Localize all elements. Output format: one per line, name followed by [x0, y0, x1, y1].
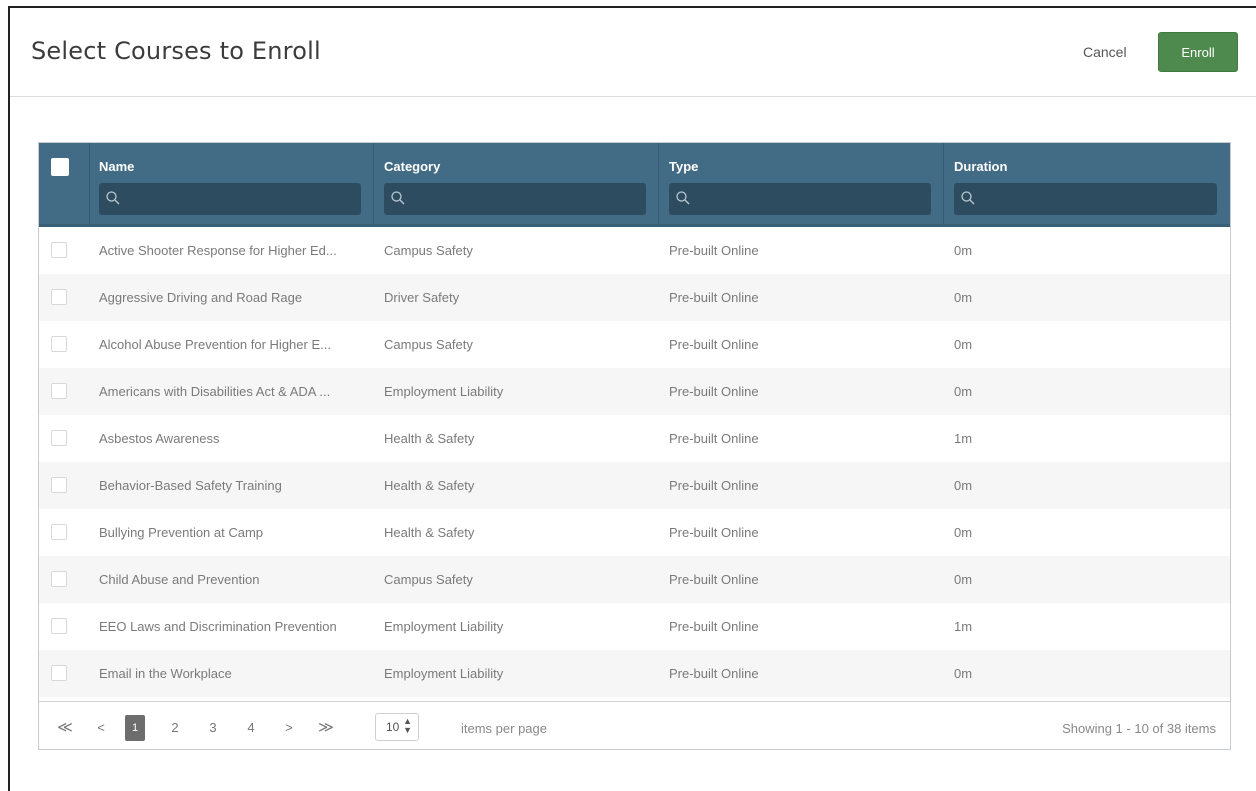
- pagination-summary: Showing 1 - 10 of 38 items: [1062, 721, 1216, 736]
- course-name: Alcohol Abuse Prevention for Higher E...: [99, 337, 331, 352]
- page-title: Select Courses to Enroll: [31, 37, 321, 65]
- course-category: Driver Safety: [384, 290, 460, 305]
- page-4-button[interactable]: 4: [243, 715, 259, 741]
- table-row[interactable]: Child Abuse and Prevention Campus Safety…: [39, 556, 1230, 603]
- course-category: Employment Liability: [384, 384, 504, 399]
- enroll-button[interactable]: Enroll: [1158, 32, 1238, 72]
- course-name: Email in the Workplace: [99, 666, 232, 681]
- course-duration: 0m: [954, 478, 973, 493]
- course-category: Campus Safety: [384, 572, 473, 587]
- table-row[interactable]: EEO Laws and Discrimination Prevention E…: [39, 603, 1230, 650]
- search-icon: [676, 191, 690, 205]
- enroll-dialog: Select Courses to Enroll Cancel Enroll N…: [8, 6, 1256, 791]
- course-category: Employment Liability: [384, 666, 504, 681]
- category-filter-input[interactable]: [384, 183, 646, 215]
- search-icon: [106, 191, 120, 205]
- course-name: Behavior-Based Safety Training: [99, 478, 282, 493]
- course-duration: 0m: [954, 243, 973, 258]
- course-type: Pre-built Online: [669, 384, 759, 399]
- course-duration: 0m: [954, 666, 973, 681]
- course-type: Pre-built Online: [669, 478, 759, 493]
- course-name: EEO Laws and Discrimination Prevention: [99, 619, 337, 634]
- name-filter-input[interactable]: [99, 183, 361, 215]
- search-icon: [961, 191, 975, 205]
- row-checkbox[interactable]: [51, 618, 67, 634]
- next-page-button[interactable]: >: [281, 715, 297, 741]
- row-checkbox[interactable]: [51, 289, 67, 305]
- course-duration: 0m: [954, 384, 973, 399]
- course-type: Pre-built Online: [669, 525, 759, 540]
- duration-filter-input[interactable]: [954, 183, 1217, 215]
- table-row[interactable]: Bullying Prevention at Camp Health & Saf…: [39, 509, 1230, 556]
- course-type: Pre-built Online: [669, 431, 759, 446]
- column-header-duration[interactable]: Duration: [954, 159, 1007, 174]
- column-name: Name: [89, 143, 374, 224]
- column-category: Category: [374, 143, 659, 224]
- last-page-button[interactable]: ≫: [315, 715, 337, 741]
- column-header-category[interactable]: Category: [384, 159, 440, 174]
- courses-grid: Name Category Type Duration Active Shoot…: [38, 142, 1231, 750]
- course-name: Aggressive Driving and Road Rage: [99, 290, 303, 305]
- course-type: Pre-built Online: [669, 619, 759, 634]
- row-checkbox[interactable]: [51, 477, 67, 493]
- select-all-checkbox[interactable]: [51, 158, 69, 176]
- column-header-name[interactable]: Name: [99, 159, 134, 174]
- updown-arrows-icon: ▲ ▼: [403, 716, 412, 735]
- course-category: Health & Safety: [384, 525, 475, 540]
- table-row[interactable]: Active Shooter Response for Higher Ed...…: [39, 227, 1230, 274]
- column-type: Type: [659, 143, 944, 224]
- course-name: Asbestos Awareness: [99, 431, 220, 446]
- first-page-button[interactable]: ≪: [55, 715, 75, 741]
- column-header-type[interactable]: Type: [669, 159, 698, 174]
- pagination: ≪ < 1 2 3 4 > ≫ 10 ▲ ▼ items per page Sho…: [39, 701, 1230, 752]
- course-name: Child Abuse and Prevention: [99, 572, 260, 587]
- course-duration: 0m: [954, 290, 973, 305]
- course-duration: 1m: [954, 431, 973, 446]
- prev-page-button[interactable]: <: [93, 715, 109, 741]
- course-category: Employment Liability: [384, 619, 504, 634]
- course-duration: 0m: [954, 525, 973, 540]
- page-size-value: 10: [386, 720, 400, 734]
- page-3-button[interactable]: 3: [205, 715, 221, 741]
- table-row[interactable]: Alcohol Abuse Prevention for Higher E...…: [39, 321, 1230, 368]
- row-checkbox[interactable]: [51, 242, 67, 258]
- row-checkbox[interactable]: [51, 430, 67, 446]
- select-all-cell: [39, 143, 90, 224]
- column-duration: Duration: [944, 143, 1230, 224]
- table-row[interactable]: Americans with Disabilities Act & ADA ..…: [39, 368, 1230, 415]
- course-name: Americans with Disabilities Act & ADA ..…: [99, 384, 331, 399]
- course-name: Active Shooter Response for Higher Ed...: [99, 243, 337, 258]
- course-name: Bullying Prevention at Camp: [99, 525, 264, 540]
- table-row[interactable]: Behavior-Based Safety Training Health & …: [39, 462, 1230, 509]
- row-checkbox[interactable]: [51, 383, 67, 399]
- type-filter-input[interactable]: [669, 183, 931, 215]
- page-size-label: items per page: [461, 721, 547, 736]
- row-checkbox[interactable]: [51, 524, 67, 540]
- course-duration: 1m: [954, 619, 973, 634]
- page-1-button[interactable]: 1: [125, 715, 145, 741]
- grid-header: Name Category Type Duration: [39, 143, 1230, 227]
- row-checkbox[interactable]: [51, 571, 67, 587]
- page-2-button[interactable]: 2: [167, 715, 183, 741]
- search-icon: [391, 191, 405, 205]
- course-duration: 0m: [954, 337, 973, 352]
- table-row[interactable]: Email in the Workplace Employment Liabil…: [39, 650, 1230, 697]
- cancel-button[interactable]: Cancel: [1083, 44, 1127, 60]
- table-row[interactable]: Aggressive Driving and Road Rage Driver …: [39, 274, 1230, 321]
- course-duration: 0m: [954, 572, 973, 587]
- course-category: Health & Safety: [384, 431, 475, 446]
- course-type: Pre-built Online: [669, 290, 759, 305]
- course-category: Health & Safety: [384, 478, 475, 493]
- course-type: Pre-built Online: [669, 666, 759, 681]
- course-type: Pre-built Online: [669, 243, 759, 258]
- row-checkbox[interactable]: [51, 336, 67, 352]
- course-type: Pre-built Online: [669, 337, 759, 352]
- table-row[interactable]: Asbestos Awareness Health & Safety Pre-b…: [39, 415, 1230, 462]
- course-type: Pre-built Online: [669, 572, 759, 587]
- course-category: Campus Safety: [384, 337, 473, 352]
- page-size-select[interactable]: 10 ▲ ▼: [375, 713, 419, 741]
- row-checkbox[interactable]: [51, 665, 67, 681]
- dialog-header: Select Courses to Enroll Cancel Enroll: [10, 8, 1256, 97]
- course-category: Campus Safety: [384, 243, 473, 258]
